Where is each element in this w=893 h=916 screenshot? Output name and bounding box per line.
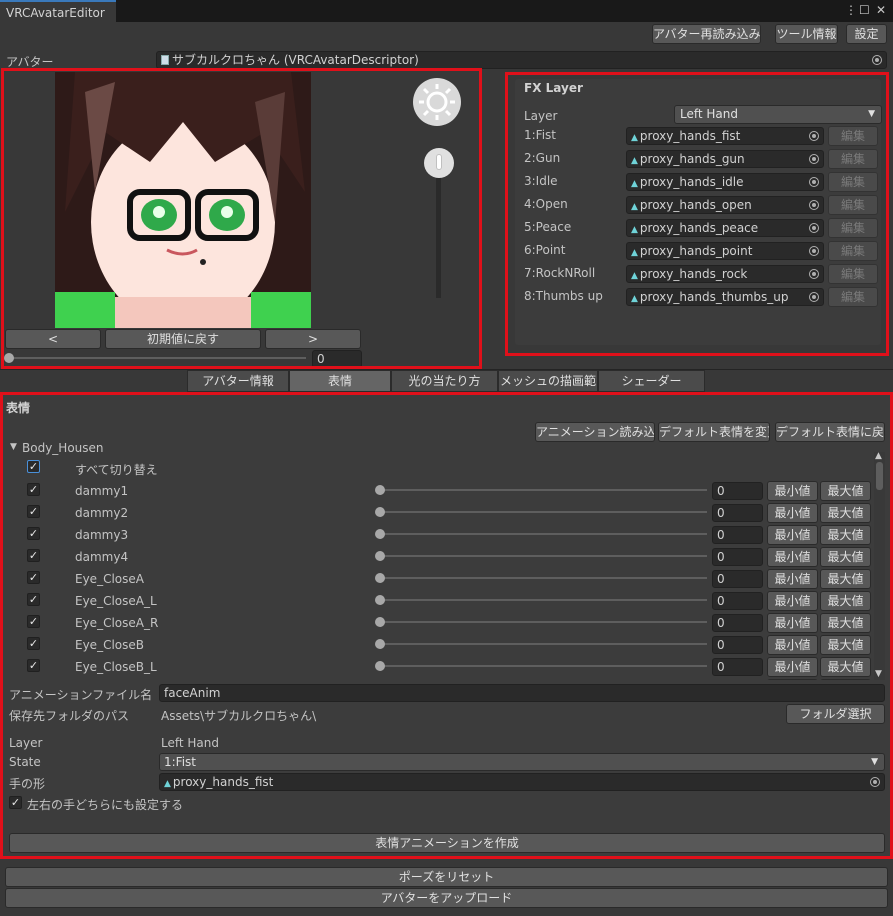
maximize-icon[interactable]: ☐	[859, 3, 870, 17]
window-tab[interactable]: VRCAvatarEditor	[0, 0, 116, 22]
window-tab-bar: VRCAvatarEditor ⋮ ☐ ✕	[0, 0, 893, 22]
settings-button[interactable]: 設定	[846, 24, 887, 44]
tab-lighting[interactable]: 光の当たり方	[391, 370, 498, 392]
avatar-field-value: サブカルクロちゃん (VRCAvatarDescriptor)	[172, 53, 419, 67]
tab-expression[interactable]: 表情	[289, 370, 391, 392]
more-menu-icon[interactable]: ⋮	[845, 3, 857, 17]
upload-avatar-button[interactable]: アバターをアップロード	[5, 888, 888, 908]
reload-avatar-button[interactable]: アバター再読み込み	[652, 24, 761, 44]
tab-mesh-bounds[interactable]: メッシュの描画範囲	[498, 370, 598, 408]
tab-shader[interactable]: シェーダー	[598, 370, 705, 392]
reset-pose-button[interactable]: ポーズをリセット	[5, 867, 888, 887]
preview-highlight-box	[1, 68, 482, 369]
avatar-field[interactable]: サブカルクロちゃん (VRCAvatarDescriptor)	[156, 51, 887, 69]
editor-window: VRCAvatarEditor ⋮ ☐ ✕ アバター再読み込み ツール情報 設定…	[0, 0, 893, 916]
tab-avatar-info[interactable]: アバター情報	[187, 370, 289, 392]
close-icon[interactable]: ✕	[876, 3, 886, 17]
fx-highlight-box	[505, 72, 889, 356]
object-picker-icon[interactable]	[872, 55, 882, 65]
tool-info-button[interactable]: ツール情報	[775, 24, 838, 44]
expression-highlight-box	[0, 392, 893, 859]
avatar-descriptor-icon	[161, 55, 169, 65]
